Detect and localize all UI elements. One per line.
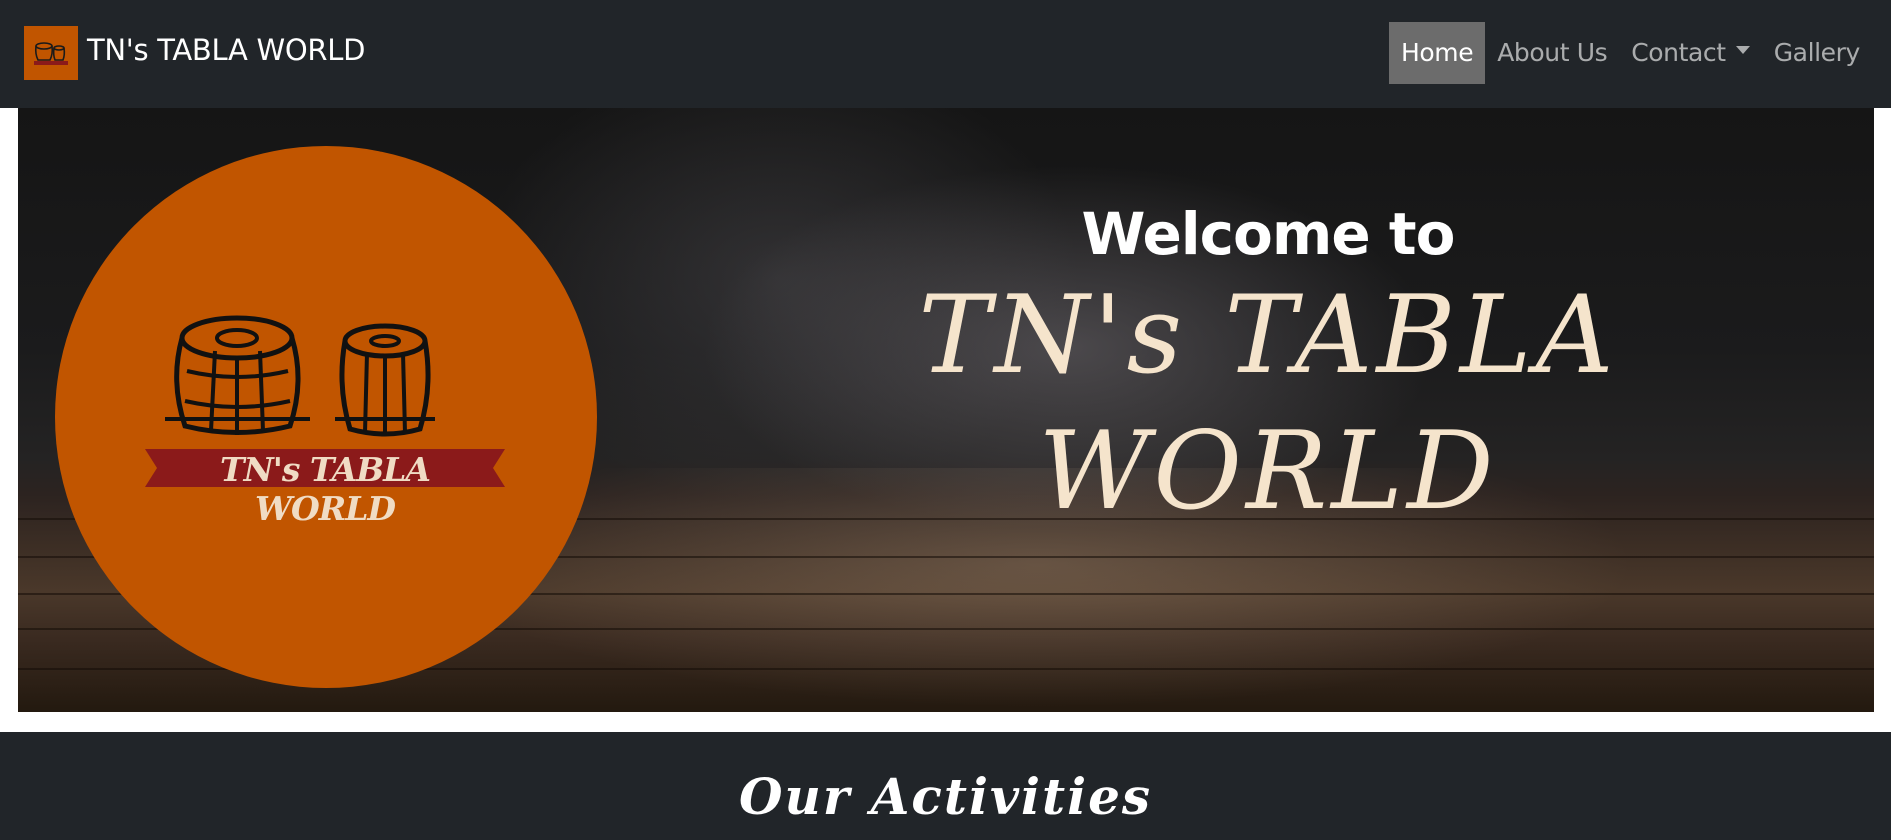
tabla-logo-icon	[24, 26, 78, 80]
hero-title-line-2: WORLD	[1038, 409, 1498, 534]
logo-circle: TN's TABLA WORLD	[55, 146, 597, 688]
navbar: TN's TABLA WORLD Home About Us Contact G…	[0, 0, 1891, 108]
nav-home[interactable]: Home	[1389, 22, 1486, 84]
nav-about-us[interactable]: About Us	[1485, 22, 1619, 84]
nav-contact-dropdown[interactable]: Contact	[1619, 22, 1761, 84]
welcome-heading: Welcome to	[1081, 200, 1456, 268]
activities-title: Our Activities	[738, 767, 1153, 826]
main-nav: Home About Us Contact Gallery	[1389, 22, 1872, 84]
nav-contact-label: Contact	[1631, 38, 1726, 67]
nav-gallery[interactable]: Gallery	[1762, 22, 1872, 84]
hero-banner: TN's TABLA WORLD Welcome to TN's TABLA W…	[18, 108, 1874, 712]
hero-title: TN's TABLA WORLD	[898, 268, 1638, 540]
hero-title-line-1: TN's TABLA	[918, 273, 1618, 398]
caret-down-icon	[1735, 46, 1750, 54]
brand-link[interactable]: TN's TABLA WORLD	[24, 26, 365, 80]
brand-title: TN's TABLA WORLD	[87, 33, 366, 67]
logo-banner-text: TN's TABLA WORLD	[220, 450, 431, 528]
activities-section: Our Activities	[0, 732, 1891, 840]
